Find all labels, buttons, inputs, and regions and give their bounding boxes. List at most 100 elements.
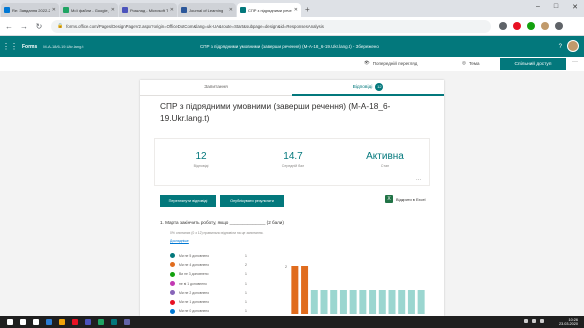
taskbar-app-icon[interactable]	[98, 319, 104, 325]
close-tab-icon[interactable]: ✕	[111, 7, 115, 13]
browser-tab[interactable]: Мої файли - Google Диск✕	[60, 3, 118, 17]
app-launcher-icon[interactable]: ⋮⋮	[0, 42, 20, 51]
chart-bar[interactable]	[339, 290, 347, 314]
stat-label: Відповіді	[193, 164, 209, 168]
chart-bar[interactable]	[330, 290, 338, 314]
open-in-excel-button[interactable]: X Відкрити в Excel	[385, 195, 425, 203]
more-details-link[interactable]: Докладніше	[170, 239, 189, 243]
close-tab-icon[interactable]: ✕	[52, 7, 56, 13]
legend-label: Ми не 2 доповнено	[179, 290, 210, 295]
legend-swatch	[170, 281, 175, 287]
question-title: 1. Марта закінчить роботу, якщо ________…	[160, 220, 284, 225]
chart-bar[interactable]	[398, 290, 406, 314]
more-options-icon[interactable]: ···	[572, 59, 578, 65]
legend-count: 2	[245, 262, 247, 267]
legend-count: 1	[245, 309, 247, 314]
form-title: СПР з підрядними умовними (заверши речен…	[160, 101, 391, 123]
tab-responses-label: Відповіді	[352, 85, 373, 90]
taskbar-app-icon[interactable]	[33, 319, 39, 325]
taskbar-app-icon[interactable]	[72, 319, 78, 325]
form-tabs: Запитання Відповіді 12	[140, 80, 444, 96]
browser-tab[interactable]: Розклад - Microsoft Teams✕	[119, 3, 177, 17]
stat-status: Активна Стан	[339, 151, 431, 168]
extension-icon[interactable]	[513, 22, 521, 30]
stat-value: 14.7	[283, 151, 303, 162]
legend-item: Ми не 4 доповнено 2	[170, 260, 270, 269]
review-answers-button[interactable]: Переглянути відповіді	[160, 195, 216, 207]
chart-bar[interactable]	[369, 290, 377, 314]
preview-button[interactable]: 👁 Попередній перегляд	[364, 60, 417, 66]
browser-tab[interactable]: Journal of Learning ✕	[178, 3, 236, 17]
tab-questions[interactable]: Запитання	[140, 80, 292, 96]
taskbar-app-icon[interactable]	[7, 319, 13, 325]
chart-bar[interactable]	[291, 266, 299, 314]
help-icon[interactable]: ?	[559, 44, 562, 50]
reload-icon[interactable]: ↻	[33, 22, 45, 31]
legend-count: 1	[245, 253, 247, 258]
preview-label: Попередній перегляд	[372, 60, 418, 66]
close-window-button[interactable]: ✕	[572, 3, 578, 11]
menu-icon[interactable]	[555, 22, 563, 30]
close-tab-icon[interactable]: ✕	[170, 7, 174, 13]
chart-bar[interactable]	[378, 290, 386, 314]
close-tab-icon[interactable]: ✕	[229, 7, 233, 13]
taskbar-app-icon[interactable]	[124, 319, 130, 325]
volume-icon[interactable]	[532, 319, 536, 323]
legend-label: Ви не 3 доповнено	[179, 272, 209, 277]
extension-icons	[499, 22, 563, 30]
profile-icon[interactable]	[541, 22, 549, 30]
taskbar-app-icon[interactable]	[85, 319, 91, 325]
browser-tab-label: Journal of Learning	[189, 7, 224, 13]
legend-label: Ми не 0 доповнено	[179, 309, 210, 314]
chart-bar[interactable]	[320, 290, 328, 314]
chart-bar[interactable]	[301, 266, 309, 314]
legend-swatch	[170, 253, 175, 259]
legend-item: Ми не 2 доповнено 1	[170, 288, 270, 297]
question-stats-note: 0% опитаних (0 з 12) правильно відповіли…	[170, 231, 264, 235]
forward-arrow-icon[interactable]: →	[18, 22, 30, 31]
chart-bar[interactable]	[417, 290, 425, 314]
responses-count-badge: 12	[375, 82, 384, 91]
address-bar[interactable]: 🔒 forms.office.com/Pages/DesignPageV2.as…	[51, 19, 491, 33]
language-icon[interactable]	[540, 319, 544, 323]
legend-swatch	[170, 262, 175, 268]
maximize-button[interactable]: □	[554, 3, 558, 11]
open-in-excel-label: Відкрити в Excel	[396, 196, 426, 202]
chart-bar[interactable]	[310, 290, 318, 314]
close-tab-icon[interactable]: ✕	[294, 7, 298, 13]
avatar[interactable]	[567, 40, 579, 52]
star-icon[interactable]	[499, 22, 507, 30]
back-arrow-icon[interactable]: ←	[3, 22, 15, 31]
chart-bar[interactable]	[359, 290, 367, 314]
new-tab-button[interactable]: +	[305, 3, 310, 17]
chart-bar[interactable]	[407, 290, 415, 314]
taskbar-app-icon[interactable]	[46, 319, 52, 325]
window-controls: – □ ✕	[536, 3, 578, 11]
app-name[interactable]: Forms	[22, 44, 37, 50]
chart-bar[interactable]	[388, 290, 396, 314]
theme-button[interactable]: ◎ Тема	[462, 60, 480, 66]
browser-tab[interactable]: Re: Завдання 2022-23 - Outlook✕	[1, 3, 59, 17]
network-icon[interactable]	[524, 319, 528, 323]
legend-item: не ві 1 доповнено 1	[170, 279, 270, 288]
browser-tab[interactable]: СПР з підрядними реченнями✕	[237, 3, 301, 17]
taskbar-app-icon[interactable]	[20, 319, 26, 325]
stat-responses: 12 Відповіді	[155, 151, 247, 168]
stats-more-icon[interactable]: ···	[416, 177, 421, 183]
clock[interactable]: 10:26 23.03.2020	[559, 318, 578, 326]
extension-icon[interactable]	[527, 22, 535, 30]
legend-swatch	[170, 271, 175, 277]
publish-results-button[interactable]: Опублікувати результати	[220, 195, 284, 207]
chart-bar[interactable]	[349, 290, 357, 314]
taskbar-app-icon[interactable]	[59, 319, 65, 325]
legend-item: Ми не 5 доповнено 1	[170, 251, 270, 260]
legend-swatch	[170, 308, 175, 314]
minimize-button[interactable]: –	[536, 3, 540, 11]
theme-label: Тема	[468, 60, 480, 66]
stat-value: 12	[195, 151, 207, 162]
palette-icon: ◎	[462, 60, 466, 65]
group-name: М-А-18/6-19.Ukr.lang.t	[43, 44, 84, 49]
taskbar-app-icon[interactable]	[111, 319, 117, 325]
tab-responses[interactable]: Відповіді 12	[292, 80, 444, 96]
share-button[interactable]: Спільний доступ	[500, 58, 566, 70]
